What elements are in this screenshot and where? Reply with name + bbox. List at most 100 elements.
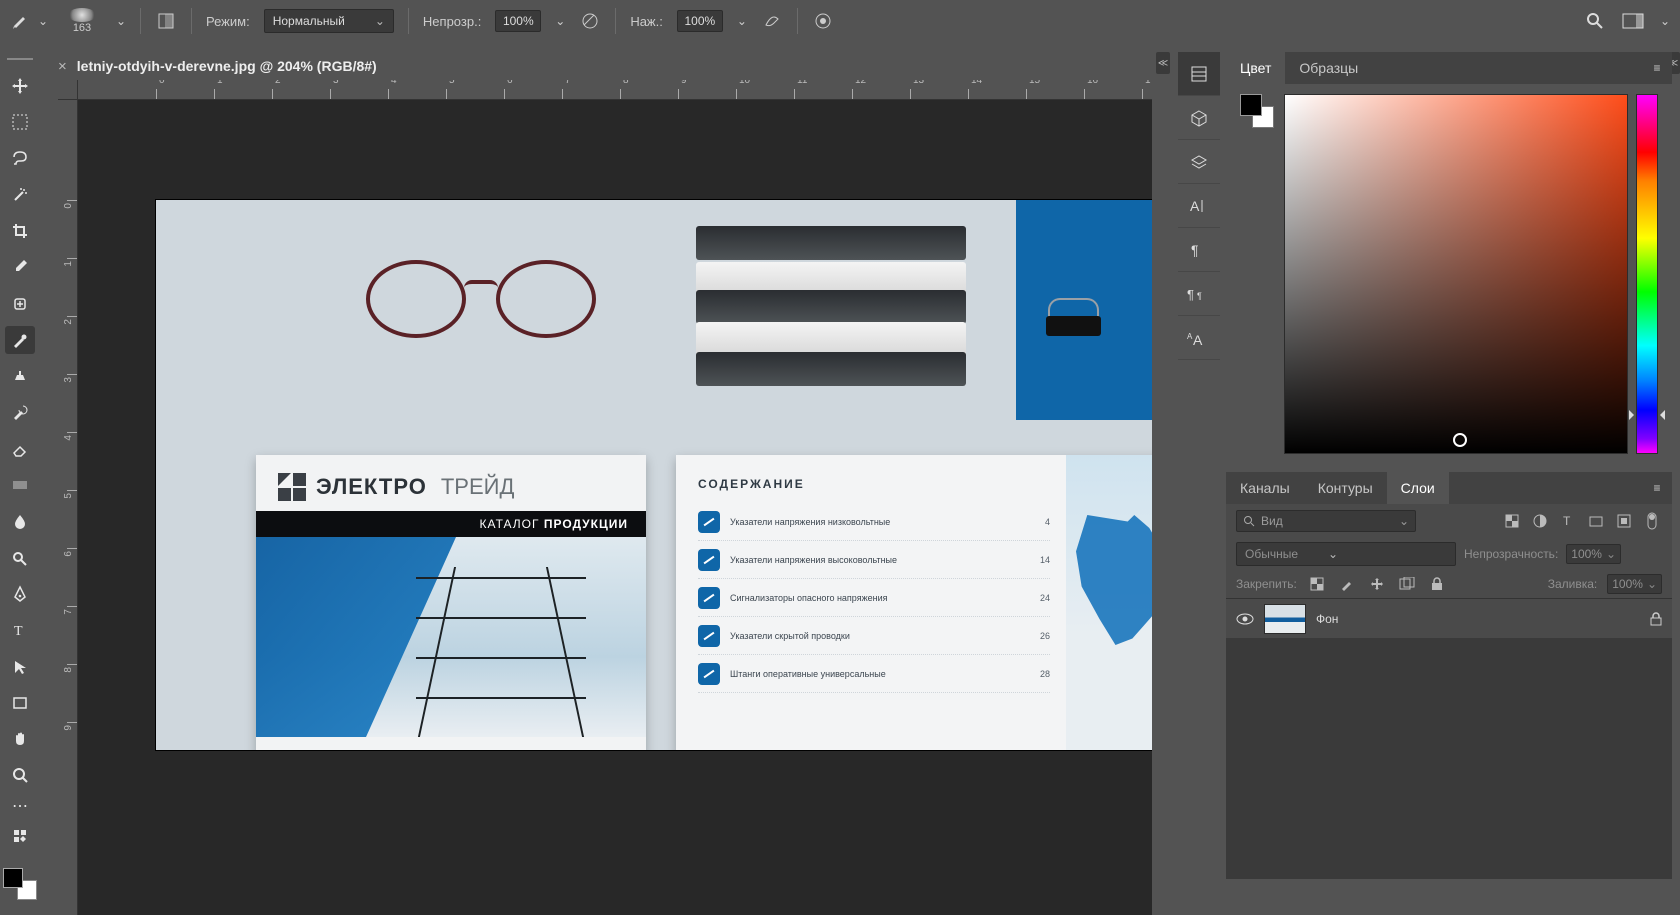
ruler-vertical[interactable]: 0123456789 bbox=[58, 100, 78, 915]
paragraph-panel-icon[interactable]: ¶ bbox=[1178, 228, 1220, 272]
opacity-value-box[interactable]: 100% bbox=[495, 10, 541, 32]
blend-mode-select[interactable]: Нормальный bbox=[264, 9, 394, 33]
hue-pointer-icon[interactable] bbox=[1631, 410, 1663, 420]
crop-tool[interactable] bbox=[5, 217, 35, 245]
rectangle-shape-tool[interactable] bbox=[5, 689, 35, 717]
panel-menu-icon[interactable]: ≡ bbox=[1642, 52, 1672, 84]
layer-opacity-text: 100% bbox=[1571, 547, 1602, 561]
edit-toolbar-icon[interactable] bbox=[5, 822, 35, 850]
svg-text:¶: ¶ bbox=[1197, 291, 1202, 301]
character-panel-icon[interactable]: A bbox=[1178, 184, 1220, 228]
magic-wand-tool[interactable] bbox=[5, 181, 35, 209]
hue-slider[interactable] bbox=[1636, 94, 1658, 454]
layer-name[interactable]: Фон bbox=[1316, 612, 1338, 626]
3d-panel-icon[interactable] bbox=[1178, 96, 1220, 140]
pen-tool[interactable] bbox=[5, 580, 35, 608]
pressure-size-icon[interactable] bbox=[812, 10, 834, 32]
lock-artboard-icon[interactable] bbox=[1397, 574, 1417, 594]
svg-text:¶: ¶ bbox=[1187, 287, 1194, 302]
tool-preset-icon[interactable] bbox=[10, 10, 32, 32]
brochure-subtitle: КАТАЛОГ ПРОДУКЦИИ bbox=[256, 511, 646, 537]
panel-foreground-color[interactable] bbox=[1240, 94, 1262, 116]
panel-menu-icon[interactable]: ≡ bbox=[1642, 472, 1672, 504]
filter-type-icon[interactable]: T bbox=[1558, 511, 1578, 531]
canvas-stage[interactable]: ЭЛЕКТРО ТРЕЙД КАТАЛОГ ПРОДУКЦИИ СОДЕРЖАН… bbox=[78, 100, 1152, 915]
toc-row-icon bbox=[698, 511, 720, 533]
grip-icon[interactable] bbox=[7, 58, 33, 64]
gradient-tool[interactable] bbox=[5, 471, 35, 499]
pressure-opacity-icon[interactable] bbox=[579, 10, 601, 32]
history-brush-tool[interactable] bbox=[5, 398, 35, 426]
tab-channels[interactable]: Каналы bbox=[1226, 472, 1304, 504]
filter-pixel-icon[interactable] bbox=[1502, 511, 1522, 531]
healing-brush-tool[interactable] bbox=[5, 289, 35, 317]
more-tools-icon[interactable]: ⋯ bbox=[5, 798, 35, 814]
right-panel-column: Цвет Образцы ≡ Каналы Контуры Слои ≡ Вид… bbox=[1226, 52, 1672, 900]
flow-value-box[interactable]: 100% bbox=[677, 10, 723, 32]
layer-blend-select[interactable]: Обычные bbox=[1236, 542, 1456, 566]
subtitle-a: КАТАЛОГ bbox=[480, 517, 540, 531]
layer-opacity-value[interactable]: 100% bbox=[1566, 544, 1621, 564]
color-cursor-icon[interactable] bbox=[1453, 433, 1467, 447]
chevron-down-icon[interactable]: ⌄ bbox=[737, 10, 747, 32]
tab-color[interactable]: Цвет bbox=[1226, 52, 1285, 84]
foreground-color[interactable] bbox=[3, 868, 23, 888]
lock-transparent-icon[interactable] bbox=[1307, 574, 1327, 594]
zoom-tool[interactable] bbox=[5, 761, 35, 789]
filter-toggle-icon[interactable] bbox=[1642, 511, 1662, 531]
color-swatch[interactable] bbox=[3, 868, 37, 900]
brush-tool[interactable] bbox=[5, 326, 35, 354]
blur-tool[interactable] bbox=[5, 507, 35, 535]
move-tool[interactable] bbox=[5, 72, 35, 100]
clone-stamp-tool[interactable] bbox=[5, 362, 35, 390]
chevron-down-icon: ⌄ bbox=[1399, 514, 1409, 528]
layer-thumbnail[interactable] bbox=[1264, 604, 1306, 634]
ruler-horizontal[interactable]: 01234567891011121314151617 bbox=[78, 80, 1152, 100]
filter-shape-icon[interactable] bbox=[1586, 511, 1606, 531]
layer-row[interactable]: Фон bbox=[1226, 599, 1672, 639]
brush-panel-toggle-icon[interactable] bbox=[155, 10, 177, 32]
filter-smart-icon[interactable] bbox=[1614, 511, 1634, 531]
path-select-tool[interactable] bbox=[5, 652, 35, 680]
glyphs-panel-icon[interactable]: AA bbox=[1178, 316, 1220, 360]
tab-layers[interactable]: Слои bbox=[1387, 472, 1449, 504]
screen-mode-icon[interactable] bbox=[1622, 10, 1644, 32]
lasso-tool[interactable] bbox=[5, 144, 35, 172]
tab-paths[interactable]: Контуры bbox=[1304, 472, 1387, 504]
airbrush-icon[interactable] bbox=[761, 10, 783, 32]
options-bar: ⌄ 163 ⌄ Режим: Нормальный Непрозр.: 100%… bbox=[0, 0, 1680, 42]
color-field[interactable] bbox=[1284, 94, 1628, 454]
panel-color-swatch[interactable] bbox=[1240, 94, 1274, 128]
history-panel-icon[interactable] bbox=[1178, 52, 1220, 96]
visibility-toggle-icon[interactable] bbox=[1236, 613, 1254, 625]
dodge-tool[interactable] bbox=[5, 544, 35, 572]
brush-preview[interactable]: 163 bbox=[62, 1, 102, 41]
lock-icon[interactable] bbox=[1650, 612, 1662, 626]
filter-adjust-icon[interactable] bbox=[1530, 511, 1550, 531]
chevron-down-icon[interactable]: ⌄ bbox=[1660, 10, 1670, 32]
chevron-down-icon[interactable]: ⌄ bbox=[116, 10, 126, 32]
eyedropper-tool[interactable] bbox=[5, 253, 35, 281]
toc-map-page bbox=[1066, 455, 1152, 750]
collapse-dock-chevron-icon[interactable]: ≪ bbox=[1156, 52, 1170, 74]
tab-swatches[interactable]: Образцы bbox=[1285, 52, 1372, 84]
layer-filter-select[interactable]: Вид ⌄ bbox=[1236, 510, 1416, 532]
separator bbox=[615, 8, 616, 34]
toc-row-icon bbox=[698, 549, 720, 571]
ruler-origin[interactable] bbox=[58, 80, 78, 100]
marquee-tool[interactable] bbox=[5, 108, 35, 136]
layers-panel-icon[interactable] bbox=[1178, 140, 1220, 184]
char-styles-panel-icon[interactable]: ¶¶ bbox=[1178, 272, 1220, 316]
lock-paint-icon[interactable] bbox=[1337, 574, 1357, 594]
hand-tool[interactable] bbox=[5, 725, 35, 753]
chevron-down-icon[interactable]: ⌄ bbox=[555, 10, 565, 32]
search-icon[interactable] bbox=[1584, 10, 1606, 32]
close-icon[interactable]: × bbox=[58, 58, 67, 75]
lock-position-icon[interactable] bbox=[1367, 574, 1387, 594]
eraser-tool[interactable] bbox=[5, 435, 35, 463]
lock-all-icon[interactable] bbox=[1427, 574, 1447, 594]
type-tool[interactable]: T bbox=[5, 616, 35, 644]
layer-fill-value[interactable]: 100% bbox=[1607, 574, 1662, 594]
document-tab[interactable]: × letniy-otdyih-v-derevne.jpg @ 204% (RG… bbox=[58, 52, 377, 80]
chevron-down-icon[interactable]: ⌄ bbox=[38, 10, 48, 32]
